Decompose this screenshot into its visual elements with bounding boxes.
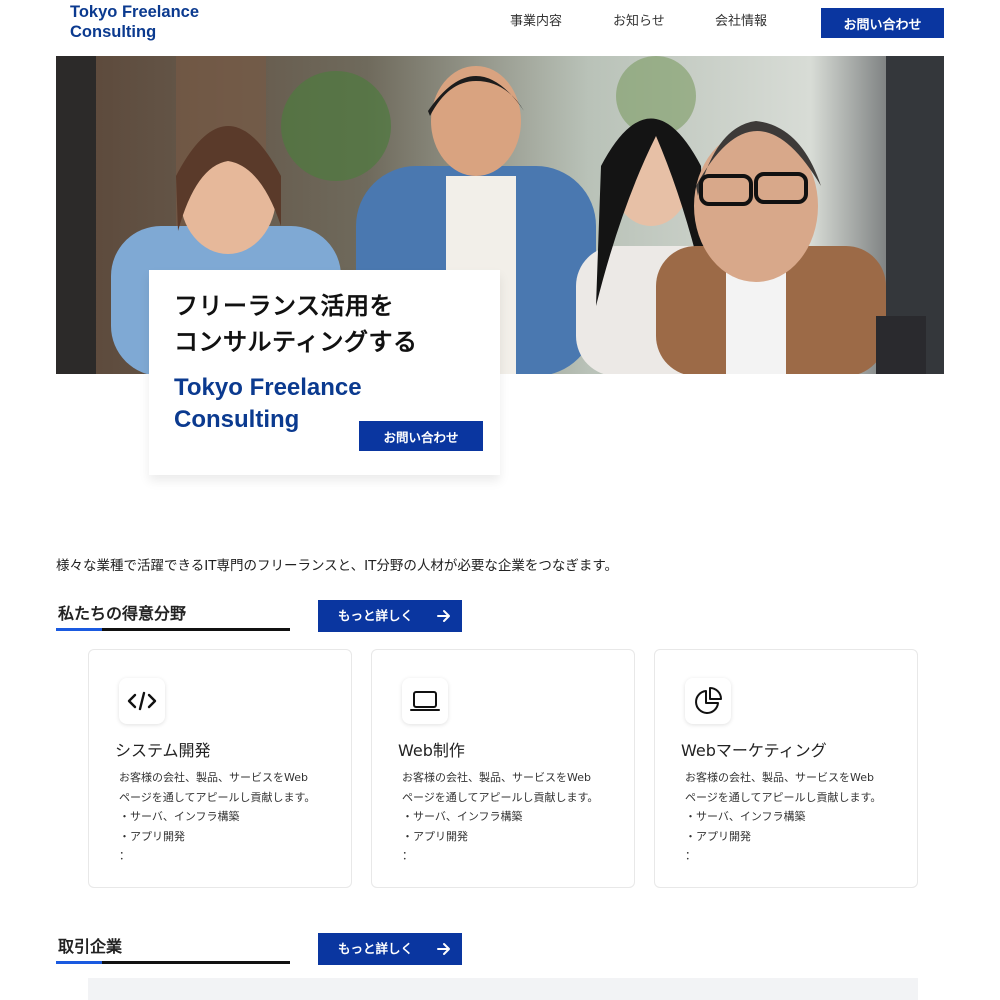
partners-title: 取引企業 [58, 937, 123, 956]
hero-brand: Tokyo Freelance Consulting [174, 372, 362, 436]
card-line: ： [402, 849, 413, 862]
site-logo[interactable]: Tokyo Freelance Consulting [70, 2, 230, 42]
nav-item-company[interactable]: 会社情報 [715, 13, 767, 31]
card-description: お客様の会社、製品、サービスをWeb ページを通してアピールし貢献します。 ・サ… [402, 768, 612, 866]
card-line: ページを通してアピールし貢献します。 [402, 790, 599, 804]
card-line: ： [119, 849, 130, 862]
hero-card: フリーランス活用を コンサルティングする Tokyo Freelance Con… [149, 270, 500, 475]
logo-line-2: Consulting [70, 23, 157, 41]
card-line: ・アプリ開発 [402, 829, 468, 843]
arrow-right-icon [437, 943, 450, 955]
arrow-right-icon [437, 610, 450, 622]
card-line: ページを通してアピールし貢献します。 [119, 790, 316, 804]
card-line: ・サーバ、インフラ構築 [685, 810, 806, 823]
more-button-label: もっと詳しく [338, 941, 414, 956]
intro-text: 様々な業種で活躍できるIT専門のフリーランスと、IT分野の人材が必要な企業をつな… [56, 558, 619, 574]
hero-title-line-1: フリーランス活用を [174, 292, 395, 320]
card-line: お客様の会社、製品、サービスをWeb [685, 771, 874, 784]
partners-header: 取引企業 もっと詳しく [56, 933, 466, 967]
card-description: お客様の会社、製品、サービスをWeb ページを通してアピールし貢献します。 ・サ… [119, 768, 329, 866]
card-title: Webマーケティング [681, 741, 827, 760]
card-title: システム開発 [115, 741, 211, 760]
specialty-card-system[interactable]: システム開発 お客様の会社、製品、サービスをWeb ページを通してアピールし貢献… [88, 649, 352, 888]
section-underline-accent [56, 628, 102, 631]
card-line: ・アプリ開発 [685, 829, 751, 843]
specialties-header: 私たちの得意分野 もっと詳しく [56, 600, 466, 634]
specialty-card-marketing[interactable]: Webマーケティング お客様の会社、製品、サービスをWeb ページを通してアピー… [654, 649, 918, 888]
card-line: お客様の会社、製品、サービスをWeb [402, 771, 591, 784]
section-underline-accent [56, 961, 102, 964]
hero-contact-button[interactable]: お問い合わせ [359, 421, 483, 451]
specialties-title: 私たちの得意分野 [58, 604, 187, 623]
card-line: ・サーバ、インフラ構築 [402, 810, 523, 823]
site-header: Tokyo Freelance Consulting 事業内容 お知らせ 会社情… [0, 0, 1000, 50]
partners-logo-area [88, 978, 918, 1000]
hero-brand-line-2: Consulting [174, 406, 300, 433]
specialty-card-web[interactable]: Web制作 お客様の会社、製品、サービスをWeb ページを通してアピールし貢献し… [371, 649, 635, 888]
specialties-more-button[interactable]: もっと詳しく [318, 600, 462, 632]
code-icon [119, 678, 165, 724]
hero-brand-line-1: Tokyo Freelance [174, 374, 362, 401]
hero-title: フリーランス活用を コンサルティングする [174, 288, 418, 360]
partners-more-button[interactable]: もっと詳しく [318, 933, 462, 965]
card-description: お客様の会社、製品、サービスをWeb ページを通してアピールし貢献します。 ・サ… [685, 768, 895, 866]
nav-item-news[interactable]: お知らせ [613, 13, 665, 31]
logo-line-1: Tokyo Freelance [70, 3, 199, 21]
more-button-label: もっと詳しく [338, 608, 414, 623]
card-line: お客様の会社、製品、サービスをWeb [119, 771, 308, 784]
laptop-icon [402, 678, 448, 724]
card-line: ・アプリ開発 [119, 829, 185, 843]
card-line: ・サーバ、インフラ構築 [119, 810, 240, 823]
header-contact-button[interactable]: お問い合わせ [821, 8, 944, 38]
card-title: Web制作 [398, 741, 465, 760]
nav-item-services[interactable]: 事業内容 [510, 13, 562, 31]
card-line: ページを通してアピールし貢献します。 [685, 790, 882, 804]
card-line: ： [685, 849, 696, 862]
hero-title-line-2: コンサルティングする [174, 328, 418, 356]
pie-chart-icon [685, 678, 731, 724]
